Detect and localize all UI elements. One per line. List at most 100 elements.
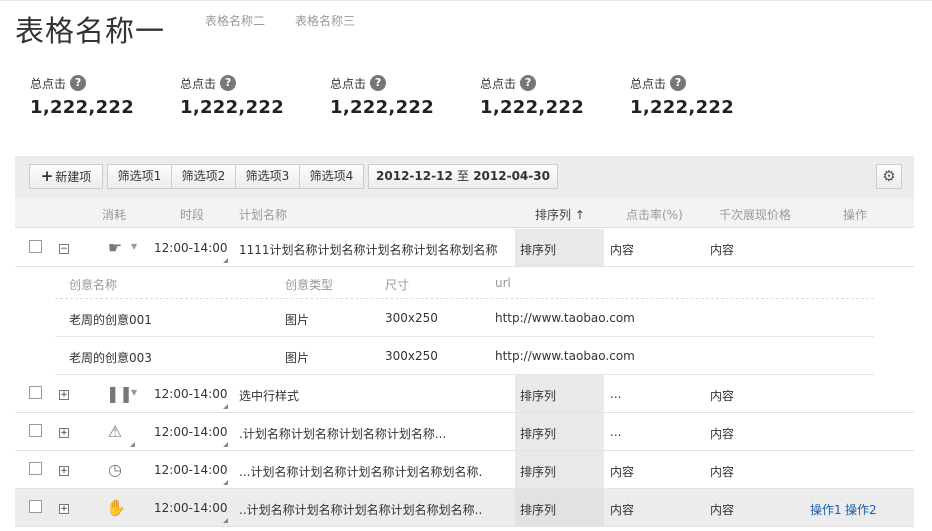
sub-col-size: 尺寸 (385, 278, 410, 292)
edit-corner-icon[interactable] (223, 404, 228, 409)
row-sort: 排序列 (520, 503, 557, 517)
row-sort: 排序列 (520, 465, 557, 479)
row-cpm: 内容 (710, 243, 735, 257)
edit-corner-icon[interactable] (223, 258, 228, 263)
row-ctr: 内容 (610, 465, 635, 479)
table-row[interactable]: + ✋ 12:00-14:00 ..计划名称计划名称计划名称计划名称划名称.. … (15, 489, 914, 527)
help-icon[interactable]: ? (70, 75, 87, 91)
row-ctr: 内容 (610, 503, 635, 517)
op-link-1[interactable]: 操作1 (810, 501, 842, 518)
row-ctr: 内容 (610, 243, 635, 257)
row-ctr: ... (610, 425, 622, 439)
creative-size: 300x250 (385, 349, 438, 363)
sub-table-header: 创意名称 创意类型 尺寸 url (55, 267, 874, 299)
clock-icon: ◷ (108, 460, 122, 479)
gear-icon: ⚙ (882, 167, 896, 185)
date-separator: 至 (456, 169, 469, 183)
row-plan-name: 1111计划名称计划名称计划名称计划名称划名称 (239, 243, 498, 257)
table-row[interactable]: + ⚠ 12:00-14:00 .计划名称计划名称计划名称计划名称... 排序列… (15, 413, 914, 451)
warning-icon: ⚠ (107, 422, 123, 441)
stat-label: 总点击 (630, 76, 667, 91)
settings-button[interactable]: ⚙ (876, 164, 902, 189)
col-plan-name: 计划名称 (239, 208, 288, 222)
chevron-down-icon[interactable]: ▼ (131, 242, 137, 251)
row-checkbox[interactable] (29, 240, 42, 253)
row-cpm: 内容 (710, 503, 735, 517)
row-cpm: 内容 (710, 465, 735, 479)
expand-toggle[interactable]: + (59, 390, 69, 400)
filter-button-2[interactable]: 筛选项2 (171, 164, 236, 189)
edit-corner-icon[interactable] (223, 442, 228, 447)
help-icon[interactable]: ? (670, 75, 687, 91)
creative-name: 老周的创意003 (69, 351, 152, 365)
table-row[interactable]: − ☛ ▼ 12:00-14:00 1111计划名称计划名称计划名称计划名称划名… (15, 229, 914, 267)
row-sort: 排序列 (520, 427, 557, 441)
expand-toggle[interactable]: + (59, 428, 69, 438)
help-icon[interactable]: ? (520, 75, 537, 91)
row-time: 12:00-14:00 (154, 501, 228, 515)
date-start: 2012-12-12 (376, 169, 453, 183)
stat-card: 总点击? 1,222,222 (630, 74, 770, 118)
col-ctr: 点击率(%) (626, 208, 683, 222)
row-checkbox[interactable] (29, 424, 42, 437)
expand-toggle[interactable]: + (59, 466, 69, 476)
col-ops: 操作 (843, 208, 868, 222)
table-header: 消耗 时段 计划名称 排序列 ↑ 点击率(%) 千次展现价格 操作 (15, 198, 914, 228)
table-row[interactable]: + ◷ 12:00-14:00 ...计划名称计划名称计划名称计划名称划名称. … (15, 451, 914, 489)
col-consume: 消耗 (102, 208, 127, 222)
stat-label: 总点击 (480, 76, 517, 91)
corner-indicator-icon (130, 442, 135, 447)
col-cpm: 千次展现价格 (719, 208, 792, 222)
stat-value: 1,222,222 (480, 97, 585, 118)
collapse-toggle[interactable]: − (59, 244, 69, 254)
row-plan-name: ...计划名称计划名称计划名称计划名称划名称. (239, 465, 483, 479)
sub-table-row: 老周的创意001 图片 300x250 http://www.taobao.co… (55, 299, 874, 337)
creative-name: 老周的创意001 (69, 313, 152, 327)
date-range-picker[interactable]: 2012-12-12 至 2012-04-30 (368, 164, 558, 189)
stat-card: 总点击? 1,222,222 (180, 74, 320, 118)
op-link-2[interactable]: 操作2 (845, 501, 877, 518)
chevron-down-icon[interactable]: ▼ (131, 388, 137, 397)
row-time: 12:00-14:00 (154, 425, 228, 439)
page-title: 表格名称一 (15, 14, 166, 48)
stat-value: 1,222,222 (330, 97, 435, 118)
row-sort: 排序列 (520, 389, 557, 403)
filter-button-3[interactable]: 筛选项3 (235, 164, 300, 189)
tab-table-2[interactable]: 表格名称二 (205, 12, 265, 29)
stat-card: 总点击? 1,222,222 (30, 74, 170, 118)
stat-card: 总点击? 1,222,222 (480, 74, 620, 118)
new-item-label: 新建项 (55, 170, 92, 184)
creative-url[interactable]: http://www.taobao.com (495, 311, 635, 325)
stat-label: 总点击 (30, 76, 67, 91)
stat-label: 总点击 (180, 76, 217, 91)
new-item-button[interactable]: + 新建项 (29, 164, 103, 189)
stat-label: 总点击 (330, 76, 367, 91)
row-cpm: 内容 (710, 389, 735, 403)
row-plan-name: 选中行样式 (239, 389, 300, 403)
expand-toggle[interactable]: + (59, 504, 69, 514)
row-checkbox[interactable] (29, 500, 42, 513)
col-sort[interactable]: 排序列 ↑ (535, 206, 585, 223)
creative-url[interactable]: http://www.taobao.com (495, 349, 635, 363)
help-icon[interactable]: ? (370, 75, 387, 91)
plus-icon: + (40, 167, 54, 185)
date-end: 2012-04-30 (473, 169, 550, 183)
edit-corner-icon[interactable] (223, 518, 228, 523)
row-time: 12:00-14:00 (154, 241, 228, 255)
row-sort: 排序列 (520, 243, 557, 257)
filter-button-1[interactable]: 筛选项1 (107, 164, 172, 189)
col-period: 时段 (180, 208, 205, 222)
row-checkbox[interactable] (29, 386, 42, 399)
edit-corner-icon[interactable] (223, 480, 228, 485)
help-icon[interactable]: ? (220, 75, 237, 91)
row-ctr: ... (610, 387, 622, 401)
stat-value: 1,222,222 (180, 97, 285, 118)
tab-table-3[interactable]: 表格名称三 (295, 12, 355, 29)
filter-button-4[interactable]: 筛选项4 (299, 164, 364, 189)
creative-type: 图片 (285, 313, 310, 327)
row-checkbox[interactable] (29, 462, 42, 475)
creative-size: 300x250 (385, 311, 438, 325)
table-row[interactable]: + ❚❚ ▼ 12:00-14:00 选中行样式 排序列 ... 内容 (15, 375, 914, 413)
pause-icon: ❚❚ (106, 384, 133, 403)
hand-icon: ✋ (106, 498, 126, 517)
